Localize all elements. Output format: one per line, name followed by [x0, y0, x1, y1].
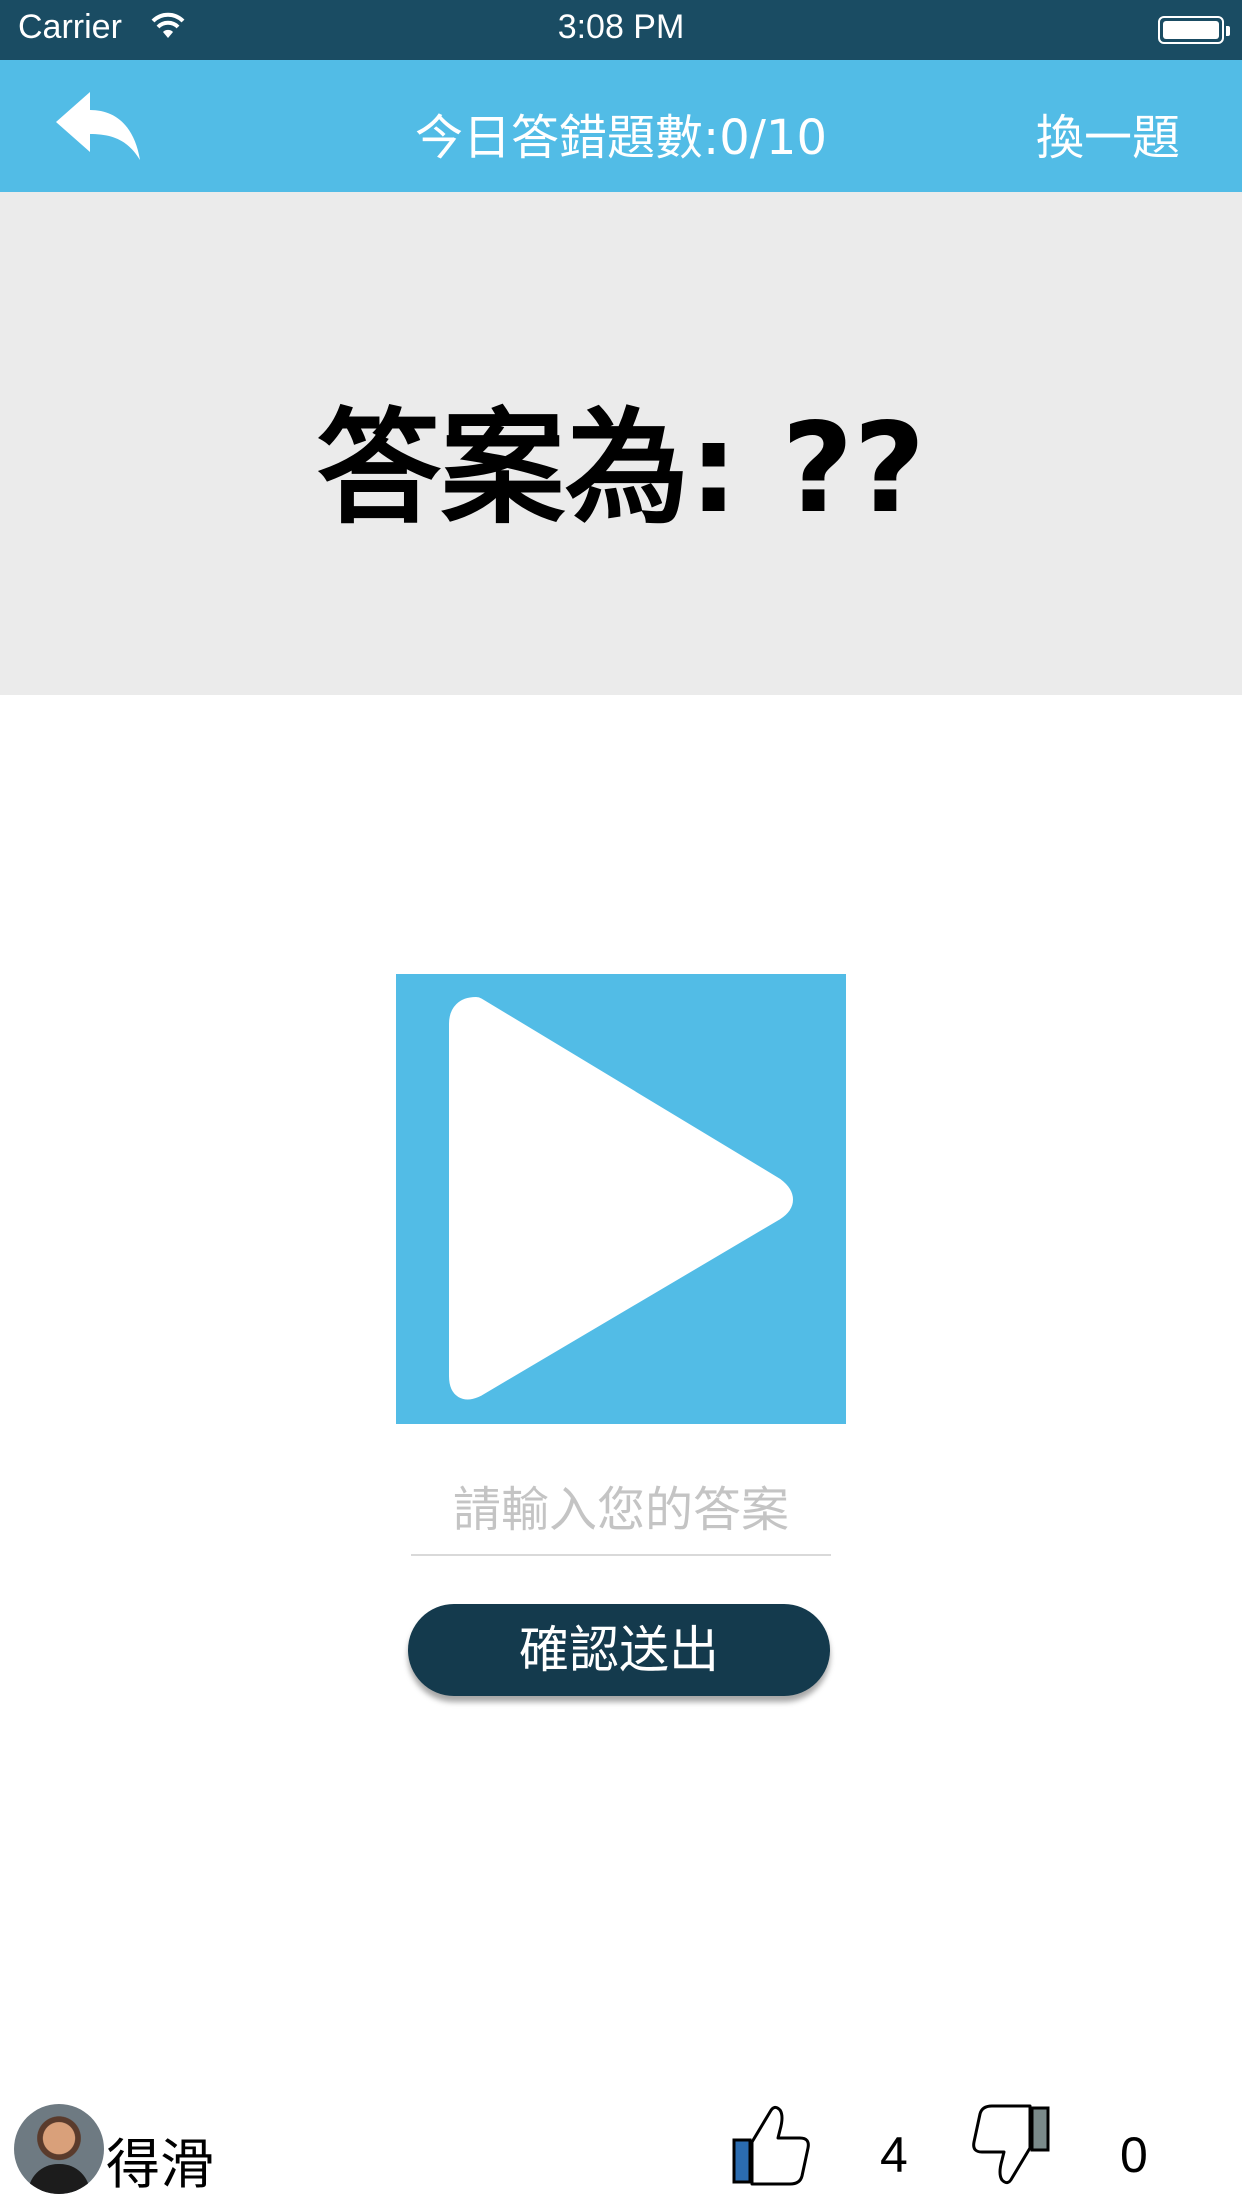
footer-bar: 得滑 4 0 — [0, 2090, 1242, 2208]
clock: 3:08 PM — [557, 8, 685, 46]
play-button[interactable] — [396, 974, 846, 1424]
status-bar: Carrier 3:08 PM — [0, 0, 1242, 60]
answer-input[interactable] — [411, 1466, 831, 1556]
play-icon — [449, 997, 793, 1400]
submit-button[interactable]: 確認送出 — [408, 1604, 830, 1696]
skip-question-button[interactable]: 換一題 — [1036, 98, 1180, 168]
username: 得滑 — [106, 2133, 214, 2196]
battery-icon — [1158, 16, 1230, 44]
navigation-bar: 今日答錯題數:0/10 換一題 — [0, 60, 1242, 192]
thumbs-down-icon[interactable] — [970, 2102, 1052, 2188]
like-count: 4 — [880, 2127, 908, 2183]
dislike-count: 0 — [1120, 2127, 1148, 2183]
answer-banner: 答案為: ?? — [0, 192, 1242, 695]
thumbs-up-icon[interactable] — [730, 2102, 812, 2188]
avatar[interactable] — [14, 2104, 104, 2194]
answer-text: 答案為: ?? — [316, 397, 926, 541]
